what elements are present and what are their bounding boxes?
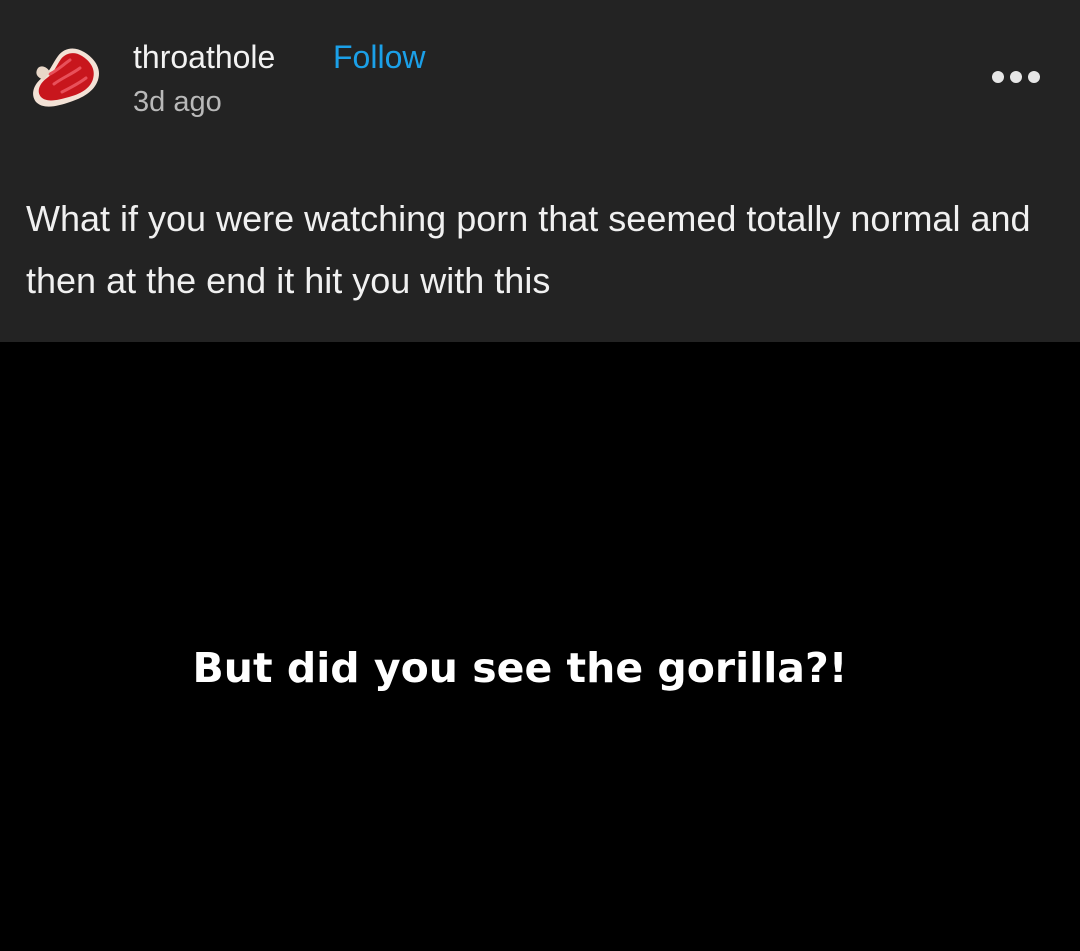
post-body-text: What if you were watching porn that seem… — [26, 198, 1031, 301]
post-media[interactable]: But did you see the gorilla?! — [0, 342, 1080, 951]
follow-button[interactable]: Follow — [333, 35, 425, 79]
post-timestamp: 3d ago — [133, 86, 222, 118]
more-options-icon — [992, 71, 1040, 83]
author-username[interactable]: throathole — [133, 35, 275, 79]
steak-icon — [33, 48, 100, 107]
author-avatar[interactable] — [28, 38, 108, 112]
post-header: throathole Follow 3d ago What if you wer… — [0, 0, 1080, 342]
more-options-button[interactable] — [986, 62, 1050, 92]
media-caption: But did you see the gorilla?! — [192, 644, 848, 692]
post-card: throathole Follow 3d ago What if you wer… — [0, 0, 1080, 951]
